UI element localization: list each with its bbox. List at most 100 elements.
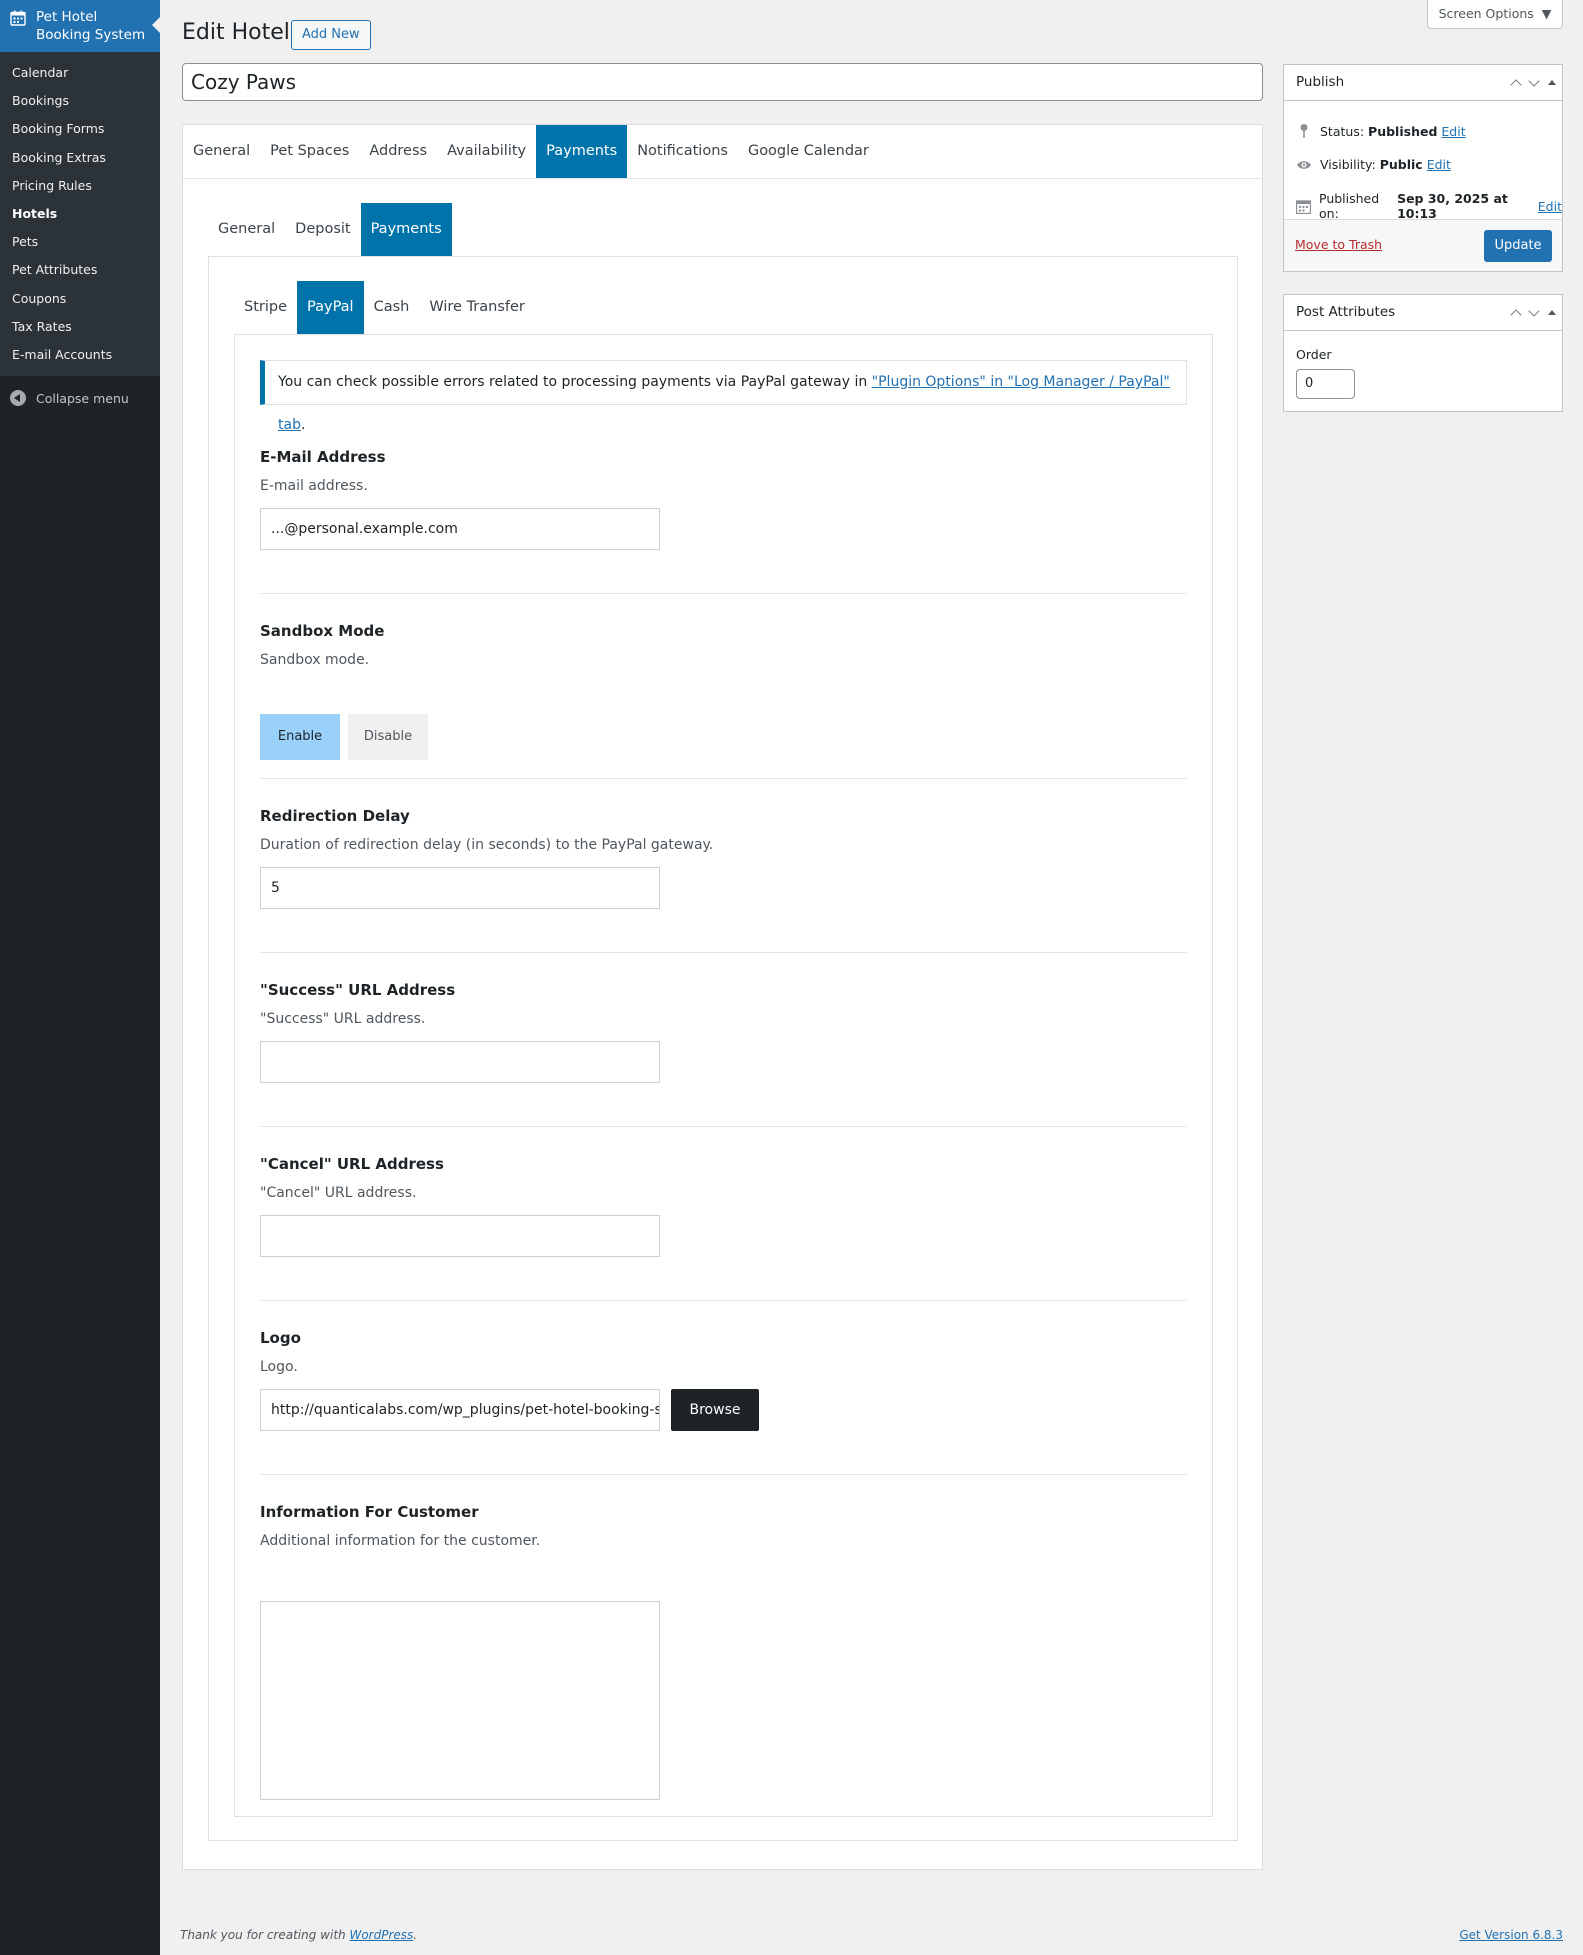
sidebar-title-line1: Pet Hotel	[36, 9, 98, 25]
success-url-input[interactable]	[260, 1041, 660, 1083]
edit-visibility-link[interactable]: Edit	[1427, 157, 1451, 172]
subtab-deposit[interactable]: Deposit	[285, 203, 360, 256]
email-field-group: E-Mail Address E-mail address. ...@perso…	[260, 448, 1187, 550]
delay-input[interactable]: 5	[260, 867, 660, 909]
sidebar-item-email-accounts[interactable]: E-mail Accounts	[0, 341, 160, 369]
separator	[260, 593, 1187, 594]
success-url-field-group: "Success" URL Address "Success" URL addr…	[260, 981, 1187, 1083]
screen-options-button[interactable]: Screen Options ▼	[1427, 0, 1563, 29]
publish-box-header: Publish	[1284, 65, 1562, 101]
publish-box: Publish Status: Published Edit Visibilit…	[1283, 64, 1563, 272]
subtab-general[interactable]: General	[208, 203, 285, 256]
gateway-tab-cash[interactable]: Cash	[364, 281, 420, 334]
hotel-settings-panel: General Pet Spaces Address Availability …	[182, 124, 1263, 1870]
move-up-icon[interactable]	[1510, 78, 1522, 91]
notice-text: You can check possible errors related to…	[278, 374, 872, 390]
status-row: Status: Published Edit	[1296, 123, 1466, 139]
edit-status-link[interactable]: Edit	[1441, 124, 1465, 139]
tab-notifications[interactable]: Notifications	[627, 125, 738, 178]
tab-payments[interactable]: Payments	[536, 125, 628, 178]
sidebar-plugin-header[interactable]: Pet Hotel Booking System	[0, 0, 160, 52]
update-button[interactable]: Update	[1484, 230, 1552, 262]
sandbox-disable-button[interactable]: Disable	[348, 714, 428, 760]
toggle-panel-icon[interactable]	[1548, 80, 1556, 85]
sandbox-label: Sandbox Mode	[260, 622, 385, 640]
paypal-log-notice: You can check possible errors related to…	[260, 360, 1187, 433]
cancel-url-field-group: "Cancel" URL Address "Cancel" URL addres…	[260, 1155, 1187, 1257]
move-to-trash-link[interactable]: Move to Trash	[1295, 237, 1382, 252]
sidebar-item-pet-attributes[interactable]: Pet Attributes	[0, 256, 160, 284]
published-value: Sep 30, 2025 at 10:13	[1397, 191, 1508, 221]
sidebar-item-calendar[interactable]: Calendar	[0, 59, 160, 87]
success-url-desc: "Success" URL address.	[260, 1011, 426, 1027]
move-down-icon[interactable]	[1528, 74, 1540, 87]
order-input[interactable]: 0	[1296, 369, 1355, 399]
email-input[interactable]: ...@personal.example.com	[260, 508, 660, 550]
sidebar-item-booking-extras[interactable]: Booking Extras	[0, 144, 160, 172]
main-tabs: General Pet Spaces Address Availability …	[183, 125, 879, 178]
tab-address[interactable]: Address	[359, 125, 437, 178]
sidebar-item-hotels[interactable]: Hotels	[0, 200, 160, 228]
tabs-divider	[183, 178, 1262, 179]
sidebar-item-bookings[interactable]: Bookings	[0, 87, 160, 115]
post-attributes-header: Post Attributes	[1284, 295, 1562, 331]
wordpress-link[interactable]: WordPress	[349, 1928, 413, 1942]
caret-down-icon: ▼	[1537, 6, 1552, 21]
sidebar-title-line2: Booking System	[36, 27, 146, 43]
sidebar-item-booking-forms[interactable]: Booking Forms	[0, 115, 160, 143]
paypal-settings-panel: You can check possible errors related to…	[234, 334, 1213, 1817]
sidebar-submenu: Calendar Bookings Booking Forms Booking …	[0, 52, 160, 377]
published-date-row: Published on: Sep 30, 2025 at 10:13 Edit	[1296, 191, 1562, 221]
publish-actions: Move to Trash Update	[1284, 219, 1562, 271]
notice-suffix: .	[300, 417, 306, 433]
sidebar-item-tax-rates[interactable]: Tax Rates	[0, 313, 160, 341]
footer-thanks: Thank you for creating with WordPress.	[180, 1928, 417, 1942]
subtab-payments[interactable]: Payments	[360, 203, 452, 256]
collapse-menu-button[interactable]: Collapse menu	[0, 376, 160, 412]
tab-availability[interactable]: Availability	[437, 125, 536, 178]
cancel-url-input[interactable]	[260, 1215, 660, 1257]
separator	[260, 1300, 1187, 1301]
tab-general[interactable]: General	[183, 125, 260, 178]
delay-desc: Duration of redirection delay (in second…	[260, 837, 714, 853]
sidebar-item-pricing-rules[interactable]: Pricing Rules	[0, 172, 160, 200]
sandbox-desc: Sandbox mode.	[260, 652, 370, 668]
sidebar-item-coupons[interactable]: Coupons	[0, 285, 160, 313]
publish-box-title: Publish	[1296, 74, 1345, 90]
post-attributes-box: Post Attributes Order 0	[1283, 294, 1563, 412]
toggle-panel-icon[interactable]	[1548, 310, 1556, 315]
box-controls	[1510, 295, 1556, 330]
separator	[260, 778, 1187, 779]
separator	[260, 1474, 1187, 1475]
sidebar-item-pets[interactable]: Pets	[0, 228, 160, 256]
status-label: Status:	[1320, 123, 1365, 139]
get-version-link[interactable]: Get Version 6.8.3	[1459, 1928, 1563, 1942]
sidebar-plugin-title: Pet Hotel Booking System	[36, 8, 145, 44]
collapse-menu-label: Collapse menu	[36, 390, 129, 406]
info-textarea[interactable]	[260, 1601, 660, 1800]
status-value: Published	[1368, 123, 1438, 139]
info-field-group: Information For Customer Additional info…	[260, 1503, 1187, 1800]
move-up-icon[interactable]	[1510, 308, 1522, 321]
gateway-tab-wire-transfer[interactable]: Wire Transfer	[419, 281, 535, 334]
footer-thanks-text: Thank you for creating with	[180, 1928, 350, 1942]
calendar-date-icon	[1296, 199, 1311, 214]
success-url-label: "Success" URL Address	[260, 981, 456, 999]
visibility-row: Visibility: Public Edit	[1296, 157, 1451, 172]
cancel-url-desc: "Cancel" URL address.	[260, 1185, 417, 1201]
sandbox-enable-button[interactable]: Enable	[260, 714, 340, 760]
box-controls	[1510, 65, 1556, 100]
gateway-tab-paypal[interactable]: PayPal	[297, 281, 364, 334]
logo-url-input[interactable]: http://quanticalabs.com/wp_plugins/pet-h…	[260, 1389, 660, 1431]
gateway-tab-stripe[interactable]: Stripe	[234, 281, 297, 334]
current-menu-arrow	[152, 16, 161, 34]
tab-google-calendar[interactable]: Google Calendar	[738, 125, 879, 178]
post-title-input[interactable]: Cozy Paws	[182, 63, 1263, 101]
gateway-tabs: Stripe PayPal Cash Wire Transfer	[234, 281, 535, 334]
tab-pet-spaces[interactable]: Pet Spaces	[260, 125, 359, 178]
edit-date-link[interactable]: Edit	[1538, 199, 1562, 214]
delay-label: Redirection Delay	[260, 807, 410, 825]
add-new-button[interactable]: Add New	[291, 20, 371, 50]
move-down-icon[interactable]	[1528, 304, 1540, 317]
browse-button[interactable]: Browse	[671, 1389, 759, 1431]
